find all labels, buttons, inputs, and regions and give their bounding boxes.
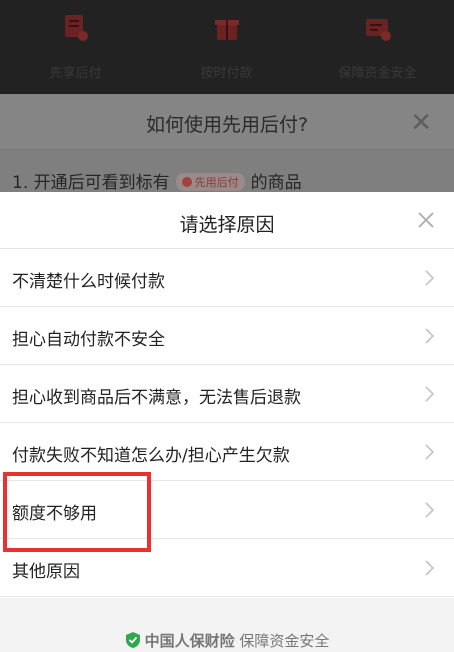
reason-label: 担心自动付款不安全 — [12, 330, 165, 350]
insurer-name: 中国人保财险 — [144, 632, 235, 650]
shield-check-icon — [125, 632, 140, 648]
background-info-sheet: 如何使用先用后付? ✕ 1. 开通后可看到标有 先用后付 的商品 — [0, 94, 454, 204]
background-feature-bar: 先享后付 按时付款 保障资金安全 — [0, 0, 454, 94]
chevron-right-icon — [425, 444, 434, 460]
gift-icon — [214, 20, 239, 40]
step-suffix: 的商品 — [250, 173, 302, 193]
feature-label: 按时付款 — [200, 66, 253, 81]
background-close-icon: ✕ — [410, 108, 432, 138]
reason-item-unclear-payment-time[interactable]: 不清楚什么时候付款 — [0, 249, 454, 307]
voucher-icon — [64, 15, 88, 41]
step-prefix: 1. 开通后可看到标有 — [12, 173, 170, 193]
guarantee-text: 保障资金安全 — [239, 632, 330, 650]
chevron-right-icon — [425, 328, 434, 344]
chevron-right-icon — [425, 560, 434, 576]
feature-item: 按时付款 — [151, 0, 302, 94]
chevron-right-icon — [425, 270, 434, 286]
background-step-text: 1. 开通后可看到标有 先用后付 的商品 — [12, 168, 302, 193]
feature-label: 先享后付 — [49, 66, 102, 81]
close-icon[interactable] — [412, 206, 440, 234]
reason-label: 不清楚什么时候付款 — [12, 272, 165, 292]
ticket-icon — [365, 19, 391, 41]
feature-item: 保障资金安全 — [302, 0, 453, 94]
insurance-guarantee: 中国人保财险 保障资金安全 — [0, 630, 454, 651]
feature-label: 保障资金安全 — [338, 66, 417, 81]
background-info-header: 如何使用先用后付? ✕ — [0, 94, 454, 150]
badge-label: 先用后付 — [194, 176, 239, 189]
reason-label: 付款失败不知道怎么办/担心产生欠款 — [12, 446, 290, 466]
highlight-box — [3, 472, 151, 552]
reason-sheet-title: 请选择原因 — [179, 214, 275, 236]
chevron-right-icon — [425, 502, 434, 518]
chevron-right-icon — [425, 386, 434, 402]
feature-item: 先享后付 — [0, 0, 151, 94]
background-info-title: 如何使用先用后付? — [145, 114, 309, 136]
pay-later-badge: 先用后付 — [175, 173, 245, 191]
insurance-footer: 中国人保财险 保障资金安全 — [0, 598, 454, 652]
reason-item-no-refund[interactable]: 担心收到商品后不满意，无法售后退款 — [0, 365, 454, 423]
reason-sheet: 请选择原因 不清楚什么时候付款 担心自动付款不安全 担心收到商品后不满意，无法售… — [0, 192, 454, 652]
reason-label: 担心收到商品后不满意，无法售后退款 — [12, 388, 301, 408]
reason-label: 其他原因 — [12, 562, 80, 582]
reason-item-auto-pay-unsafe[interactable]: 担心自动付款不安全 — [0, 307, 454, 365]
reason-sheet-header: 请选择原因 — [0, 192, 454, 249]
badge-dot-icon — [181, 177, 192, 187]
